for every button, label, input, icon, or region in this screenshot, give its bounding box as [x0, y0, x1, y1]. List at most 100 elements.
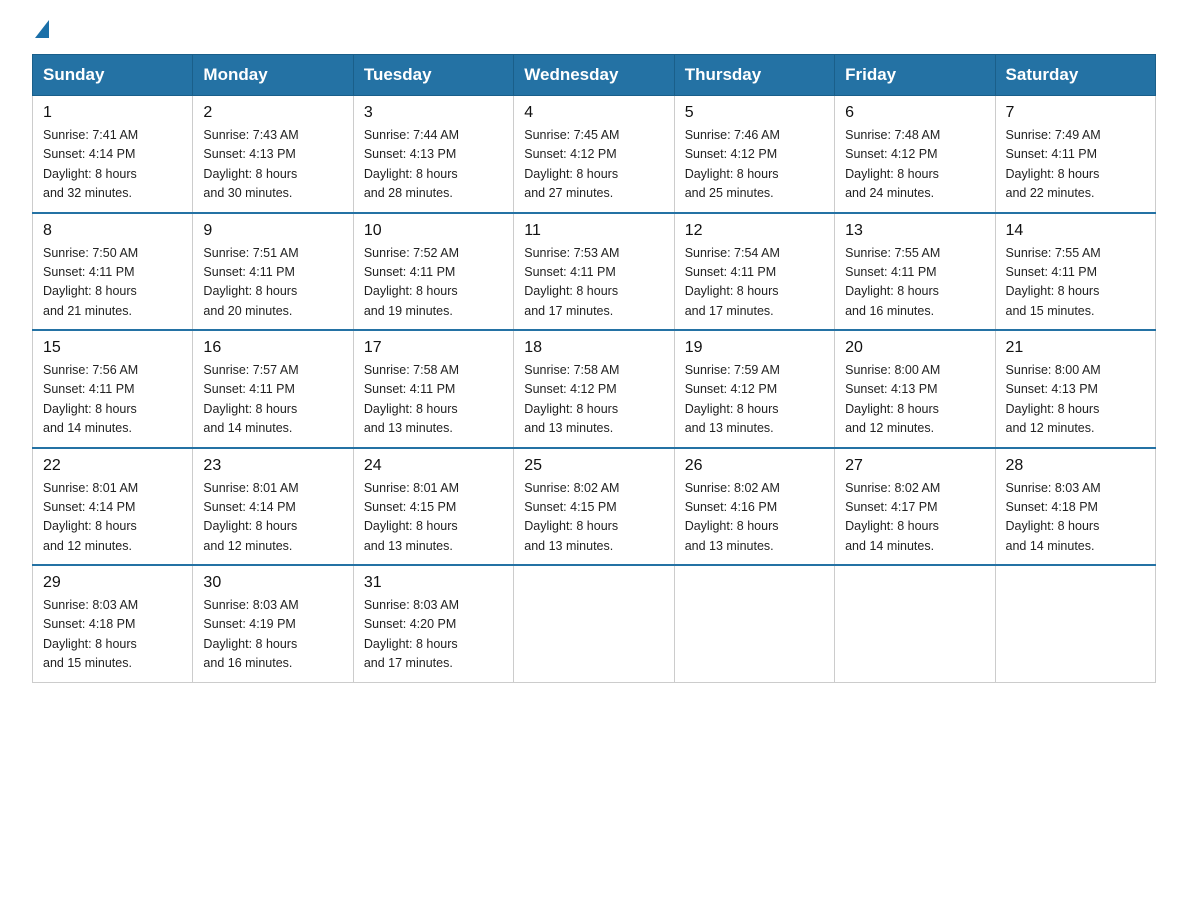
calendar-cell: 1 Sunrise: 7:41 AMSunset: 4:14 PMDaylight… — [33, 96, 193, 213]
day-info: Sunrise: 8:01 AMSunset: 4:14 PMDaylight:… — [43, 479, 182, 557]
calendar-cell: 31Sunrise: 8:03 AMSunset: 4:20 PMDayligh… — [353, 565, 513, 682]
day-info: Sunrise: 8:02 AMSunset: 4:16 PMDaylight:… — [685, 479, 824, 557]
day-of-week-header: Wednesday — [514, 55, 674, 96]
calendar-cell: 3 Sunrise: 7:44 AMSunset: 4:13 PMDaylight… — [353, 96, 513, 213]
day-number: 22 — [43, 457, 182, 475]
day-info: Sunrise: 7:53 AMSunset: 4:11 PMDaylight:… — [524, 244, 663, 322]
calendar-cell — [674, 565, 834, 682]
calendar-cell — [995, 565, 1155, 682]
day-of-week-header: Saturday — [995, 55, 1155, 96]
day-number: 16 — [203, 339, 342, 357]
calendar-table: SundayMondayTuesdayWednesdayThursdayFrid… — [32, 54, 1156, 683]
calendar-cell: 13 Sunrise: 7:55 AMSunset: 4:11 PMDayligh… — [835, 213, 995, 331]
calendar-cell: 10 Sunrise: 7:52 AMSunset: 4:11 PMDayligh… — [353, 213, 513, 331]
day-number: 20 — [845, 339, 984, 357]
calendar-week-row: 8Sunrise: 7:50 AMSunset: 4:11 PMDaylight… — [33, 213, 1156, 331]
day-info: Sunrise: 7:59 AMSunset: 4:12 PMDaylight:… — [685, 361, 824, 439]
day-info: Sunrise: 7:43 AMSunset: 4:13 PMDaylight:… — [203, 126, 342, 204]
day-of-week-header: Tuesday — [353, 55, 513, 96]
calendar-cell: 11 Sunrise: 7:53 AMSunset: 4:11 PMDayligh… — [514, 213, 674, 331]
calendar-week-row: 15 Sunrise: 7:56 AMSunset: 4:11 PMDayligh… — [33, 330, 1156, 448]
day-number: 12 — [685, 222, 824, 240]
day-of-week-header: Thursday — [674, 55, 834, 96]
calendar-cell: 26 Sunrise: 8:02 AMSunset: 4:16 PMDayligh… — [674, 448, 834, 566]
day-info: Sunrise: 8:03 AMSunset: 4:18 PMDaylight:… — [1006, 479, 1145, 557]
day-number: 27 — [845, 457, 984, 475]
calendar-cell: 25Sunrise: 8:02 AMSunset: 4:15 PMDayligh… — [514, 448, 674, 566]
calendar-cell: 27 Sunrise: 8:02 AMSunset: 4:17 PMDayligh… — [835, 448, 995, 566]
day-number: 28 — [1006, 457, 1145, 475]
day-number: 23 — [203, 457, 342, 475]
calendar-cell: 8Sunrise: 7:50 AMSunset: 4:11 PMDaylight… — [33, 213, 193, 331]
calendar-cell: 16 Sunrise: 7:57 AMSunset: 4:11 PMDayligh… — [193, 330, 353, 448]
day-number: 2 — [203, 104, 342, 122]
calendar-cell: 5 Sunrise: 7:46 AMSunset: 4:12 PMDaylight… — [674, 96, 834, 213]
calendar-cell: 15 Sunrise: 7:56 AMSunset: 4:11 PMDayligh… — [33, 330, 193, 448]
calendar-cell: 2 Sunrise: 7:43 AMSunset: 4:13 PMDaylight… — [193, 96, 353, 213]
calendar-cell: 18 Sunrise: 7:58 AMSunset: 4:12 PMDayligh… — [514, 330, 674, 448]
day-info: Sunrise: 7:52 AMSunset: 4:11 PMDaylight:… — [364, 244, 503, 322]
day-info: Sunrise: 8:01 AMSunset: 4:14 PMDaylight:… — [203, 479, 342, 557]
day-number: 9 — [203, 222, 342, 240]
calendar-week-row: 22 Sunrise: 8:01 AMSunset: 4:14 PMDayligh… — [33, 448, 1156, 566]
calendar-week-row: 29 Sunrise: 8:03 AMSunset: 4:18 PMDayligh… — [33, 565, 1156, 682]
day-number: 26 — [685, 457, 824, 475]
day-info: Sunrise: 8:02 AMSunset: 4:17 PMDaylight:… — [845, 479, 984, 557]
calendar-header-row: SundayMondayTuesdayWednesdayThursdayFrid… — [33, 55, 1156, 96]
calendar-cell: 24 Sunrise: 8:01 AMSunset: 4:15 PMDayligh… — [353, 448, 513, 566]
calendar-cell: 21 Sunrise: 8:00 AMSunset: 4:13 PMDayligh… — [995, 330, 1155, 448]
calendar-cell: 19 Sunrise: 7:59 AMSunset: 4:12 PMDayligh… — [674, 330, 834, 448]
day-number: 17 — [364, 339, 503, 357]
day-number: 6 — [845, 104, 984, 122]
day-info: Sunrise: 7:49 AMSunset: 4:11 PMDaylight:… — [1006, 126, 1145, 204]
day-number: 21 — [1006, 339, 1145, 357]
day-info: Sunrise: 8:03 AMSunset: 4:20 PMDaylight:… — [364, 596, 503, 674]
day-info: Sunrise: 7:44 AMSunset: 4:13 PMDaylight:… — [364, 126, 503, 204]
day-info: Sunrise: 8:00 AMSunset: 4:13 PMDaylight:… — [1006, 361, 1145, 439]
calendar-week-row: 1 Sunrise: 7:41 AMSunset: 4:14 PMDaylight… — [33, 96, 1156, 213]
calendar-cell: 9Sunrise: 7:51 AMSunset: 4:11 PMDaylight… — [193, 213, 353, 331]
calendar-cell: 7Sunrise: 7:49 AMSunset: 4:11 PMDaylight… — [995, 96, 1155, 213]
day-of-week-header: Sunday — [33, 55, 193, 96]
day-number: 8 — [43, 222, 182, 240]
day-info: Sunrise: 7:56 AMSunset: 4:11 PMDaylight:… — [43, 361, 182, 439]
calendar-cell: 6Sunrise: 7:48 AMSunset: 4:12 PMDaylight… — [835, 96, 995, 213]
day-info: Sunrise: 7:57 AMSunset: 4:11 PMDaylight:… — [203, 361, 342, 439]
logo — [32, 24, 49, 38]
day-number: 1 — [43, 104, 182, 122]
calendar-cell: 28 Sunrise: 8:03 AMSunset: 4:18 PMDayligh… — [995, 448, 1155, 566]
day-info: Sunrise: 7:46 AMSunset: 4:12 PMDaylight:… — [685, 126, 824, 204]
day-info: Sunrise: 8:00 AMSunset: 4:13 PMDaylight:… — [845, 361, 984, 439]
logo-triangle-icon — [35, 20, 49, 38]
day-info: Sunrise: 7:45 AMSunset: 4:12 PMDaylight:… — [524, 126, 663, 204]
calendar-cell: 30Sunrise: 8:03 AMSunset: 4:19 PMDayligh… — [193, 565, 353, 682]
day-info: Sunrise: 8:03 AMSunset: 4:18 PMDaylight:… — [43, 596, 182, 674]
day-number: 29 — [43, 574, 182, 592]
day-info: Sunrise: 7:54 AMSunset: 4:11 PMDaylight:… — [685, 244, 824, 322]
day-info: Sunrise: 7:55 AMSunset: 4:11 PMDaylight:… — [845, 244, 984, 322]
day-info: Sunrise: 7:58 AMSunset: 4:12 PMDaylight:… — [524, 361, 663, 439]
day-number: 15 — [43, 339, 182, 357]
day-info: Sunrise: 8:03 AMSunset: 4:19 PMDaylight:… — [203, 596, 342, 674]
day-number: 11 — [524, 222, 663, 240]
day-number: 13 — [845, 222, 984, 240]
day-number: 25 — [524, 457, 663, 475]
calendar-cell — [835, 565, 995, 682]
day-of-week-header: Friday — [835, 55, 995, 96]
day-number: 19 — [685, 339, 824, 357]
calendar-cell: 4 Sunrise: 7:45 AMSunset: 4:12 PMDaylight… — [514, 96, 674, 213]
day-info: Sunrise: 7:41 AMSunset: 4:14 PMDaylight:… — [43, 126, 182, 204]
calendar-cell: 20 Sunrise: 8:00 AMSunset: 4:13 PMDayligh… — [835, 330, 995, 448]
day-of-week-header: Monday — [193, 55, 353, 96]
day-number: 10 — [364, 222, 503, 240]
day-number: 5 — [685, 104, 824, 122]
day-info: Sunrise: 8:01 AMSunset: 4:15 PMDaylight:… — [364, 479, 503, 557]
calendar-cell: 17Sunrise: 7:58 AMSunset: 4:11 PMDayligh… — [353, 330, 513, 448]
day-number: 4 — [524, 104, 663, 122]
day-number: 18 — [524, 339, 663, 357]
calendar-cell: 12 Sunrise: 7:54 AMSunset: 4:11 PMDayligh… — [674, 213, 834, 331]
day-number: 3 — [364, 104, 503, 122]
day-info: Sunrise: 7:55 AMSunset: 4:11 PMDaylight:… — [1006, 244, 1145, 322]
calendar-cell: 22 Sunrise: 8:01 AMSunset: 4:14 PMDayligh… — [33, 448, 193, 566]
day-number: 24 — [364, 457, 503, 475]
